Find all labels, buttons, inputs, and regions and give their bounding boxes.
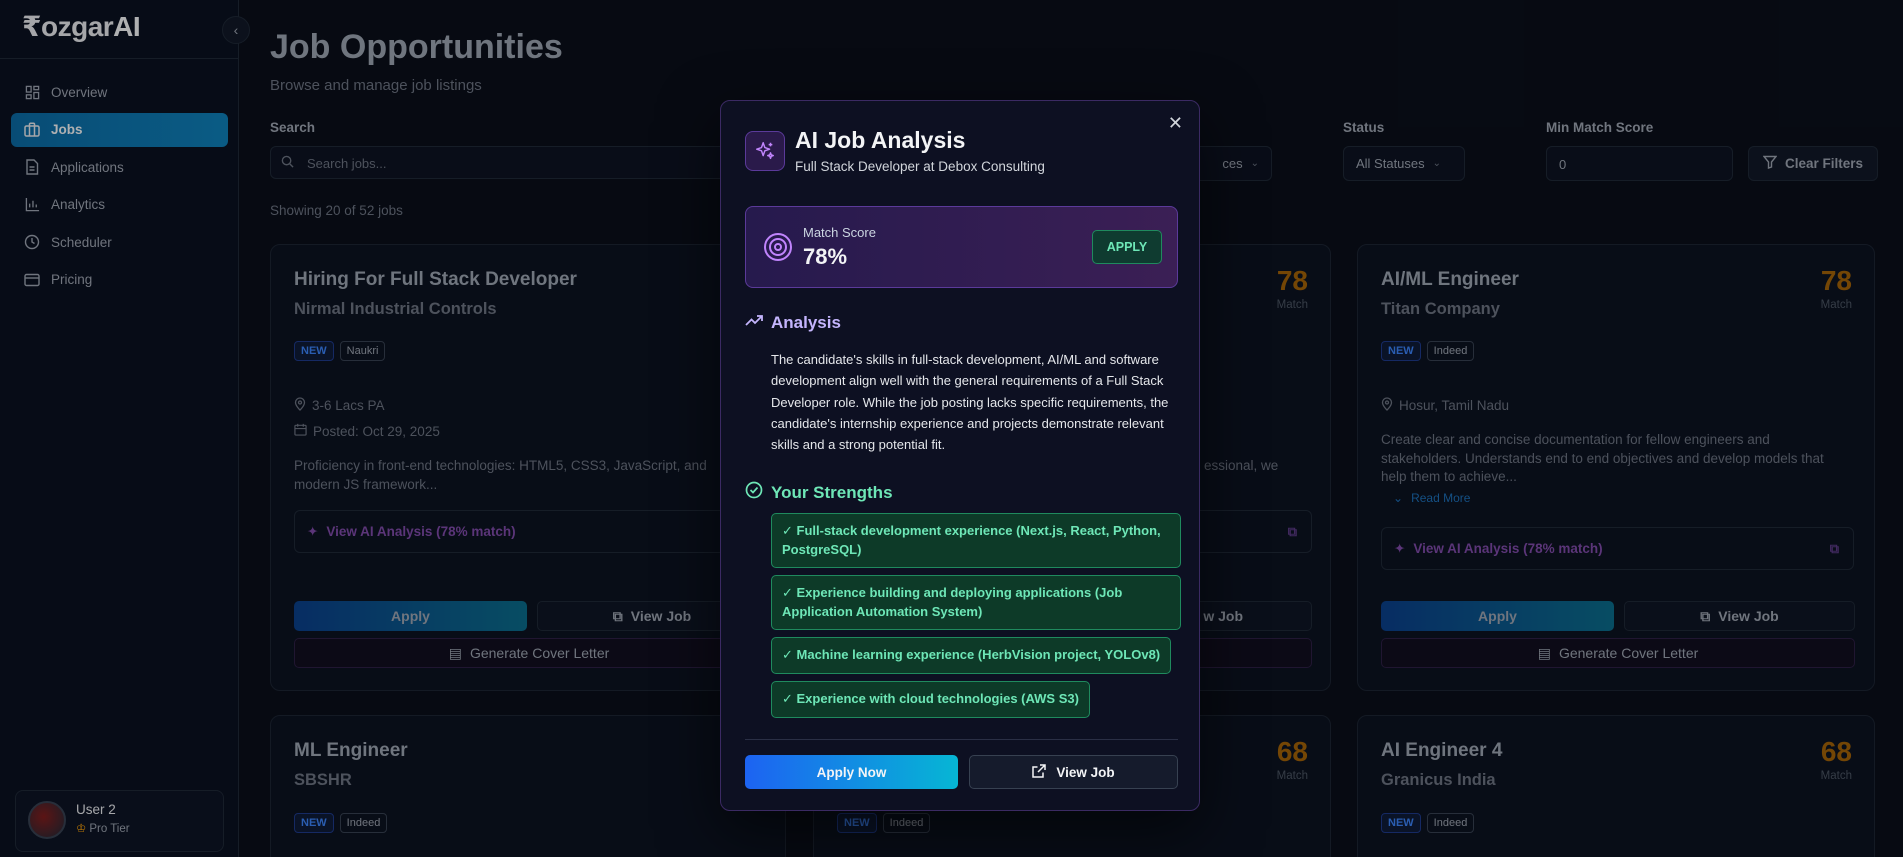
strength-item: ✓ Full-stack development experience (Nex… [771, 513, 1181, 568]
sparkles-icon [745, 131, 785, 171]
strength-item: ✓ Experience with cloud technologies (AW… [771, 681, 1090, 718]
close-icon[interactable]: ✕ [1168, 113, 1183, 134]
modal-title: AI Job Analysis [795, 127, 966, 153]
view-job-button[interactable]: View Job [969, 755, 1178, 789]
strength-item: ✓ Machine learning experience (HerbVisio… [771, 637, 1172, 674]
check-circle-icon [745, 481, 763, 504]
modal-subtitle: Full Stack Developer at Debox Consulting [795, 159, 1045, 174]
match-score-label: Match Score [803, 225, 876, 240]
modal-divider [745, 739, 1178, 740]
trending-up-icon [745, 313, 763, 333]
target-icon [764, 233, 792, 261]
strength-item: ✓ Experience building and deploying appl… [771, 575, 1181, 630]
apply-recommendation-badge: APPLY [1092, 230, 1162, 264]
match-score-value: 78% [803, 244, 848, 269]
analysis-text: The candidate's skills in full-stack dev… [771, 352, 1169, 453]
app-root: ₹ozgarAI ‹ Overview Jobs Applications An… [0, 0, 1903, 857]
ai-analysis-modal: ✕ AI Job Analysis Full Stack Developer a… [720, 100, 1200, 811]
analysis-heading: Analysis [745, 313, 841, 333]
strengths-heading: Your Strengths [745, 481, 893, 504]
apply-now-button[interactable]: Apply Now [745, 755, 958, 789]
match-score-panel: Match Score 78% APPLY [745, 206, 1178, 288]
external-link-icon [1032, 763, 1047, 781]
